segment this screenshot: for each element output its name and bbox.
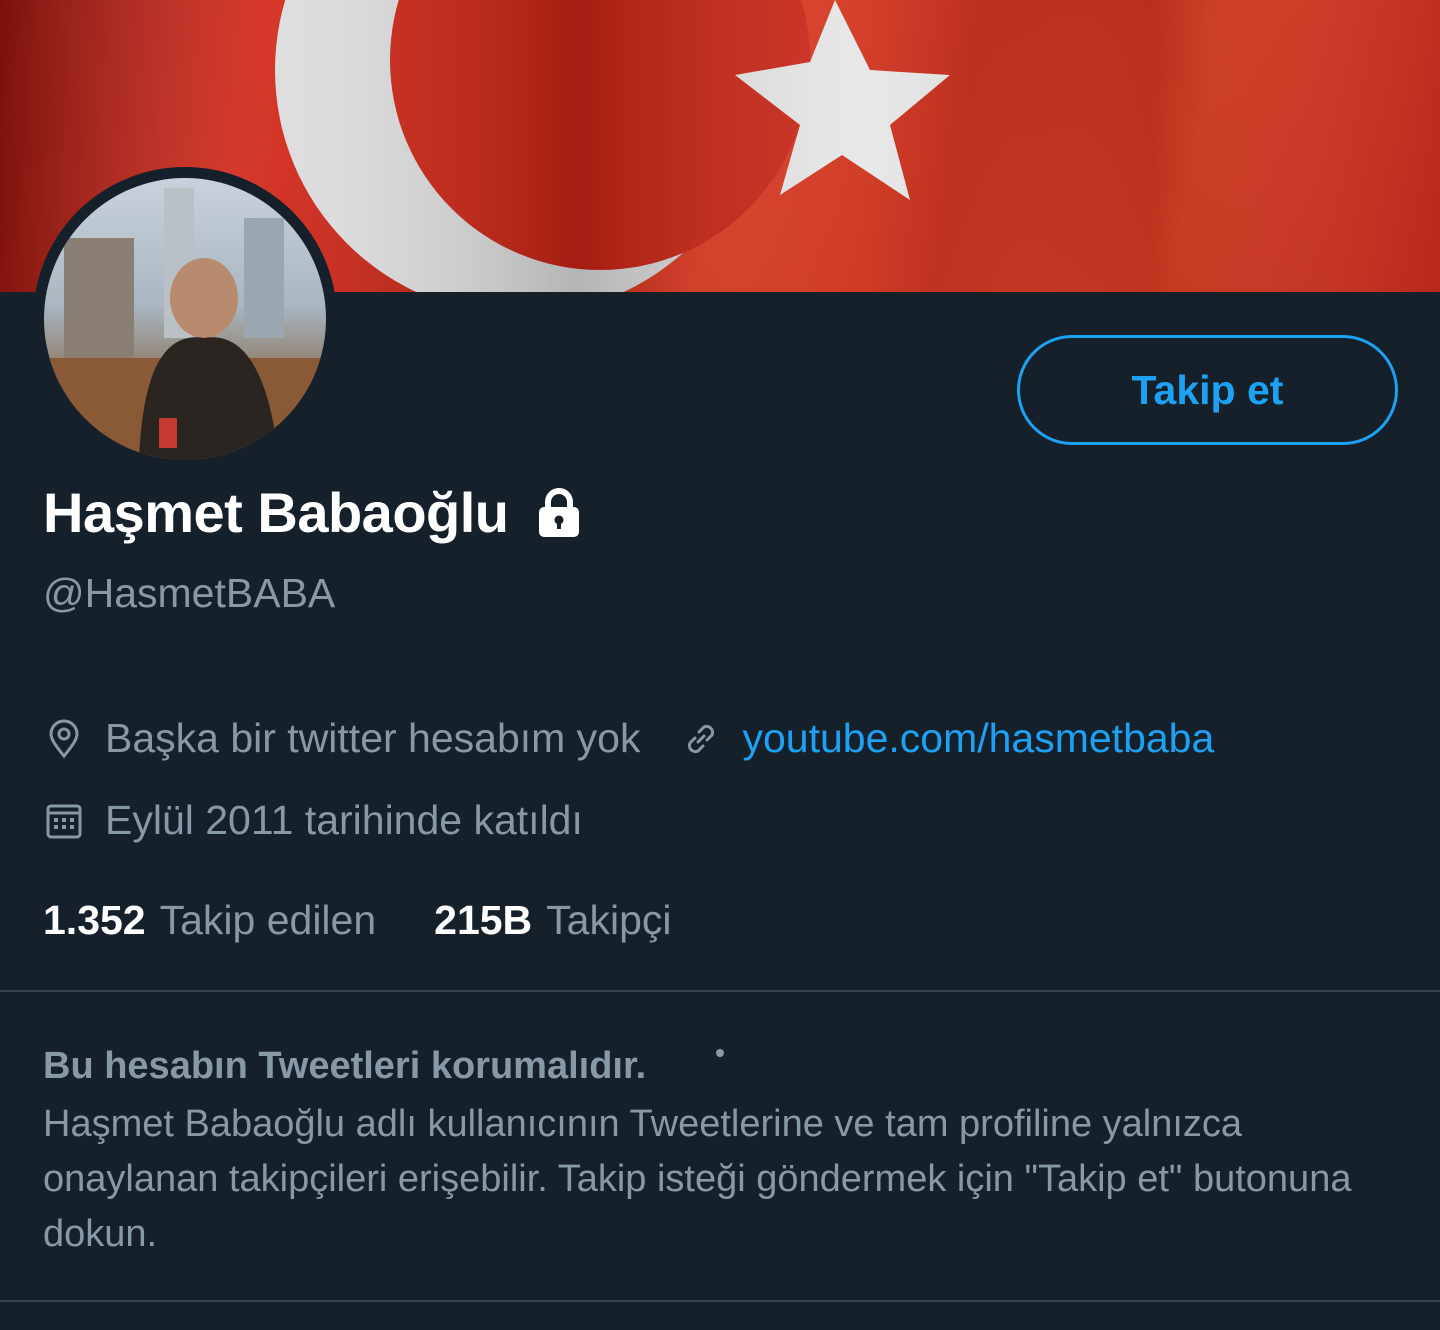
following-stat[interactable]: 1.352 Takip edilen (43, 897, 376, 944)
location-icon (49, 719, 79, 758)
follow-button[interactable]: Takip et (1017, 335, 1398, 445)
divider-bottom (0, 1300, 1440, 1302)
protected-body: Haşmet Babaoğlu adlı kullanıcının Tweetl… (43, 1103, 1352, 1255)
profile-handle: @HasmetBABA (43, 570, 336, 616)
profile-name: Haşmet Babaoğlu (43, 481, 509, 544)
lock-icon (538, 487, 579, 537)
followers-label: Takipçi (546, 897, 672, 943)
calendar-icon (46, 804, 82, 838)
following-count: 1.352 (43, 897, 146, 943)
profile-stats: 1.352 Takip edilen 215B Takipçi (43, 897, 671, 944)
divider (0, 990, 1440, 992)
profile-location: Başka bir twitter hesabım yok (105, 715, 641, 761)
profile-name-row: Haşmet Babaoğlu (43, 480, 587, 545)
profile-joined: Eylül 2011 tarihinde katıldı (105, 797, 583, 843)
protected-title: Bu hesabın Tweetleri korumalıdır. (43, 1045, 647, 1087)
decorative-dot (716, 1049, 724, 1057)
link-icon (688, 724, 715, 753)
followers-count: 215B (434, 897, 533, 943)
profile-website-link[interactable]: youtube.com/hasmetbaba (742, 715, 1214, 762)
avatar[interactable] (33, 167, 337, 471)
followers-stat[interactable]: 215B Takipçi (434, 897, 671, 944)
profile-meta-line-2: Eylül 2011 tarihinde katıldı (43, 797, 583, 844)
avatar-photo (44, 178, 326, 460)
profile-meta-line-1: Başka bir twitter hesabım yok youtube.co… (43, 715, 1214, 762)
following-label: Takip edilen (159, 897, 377, 943)
